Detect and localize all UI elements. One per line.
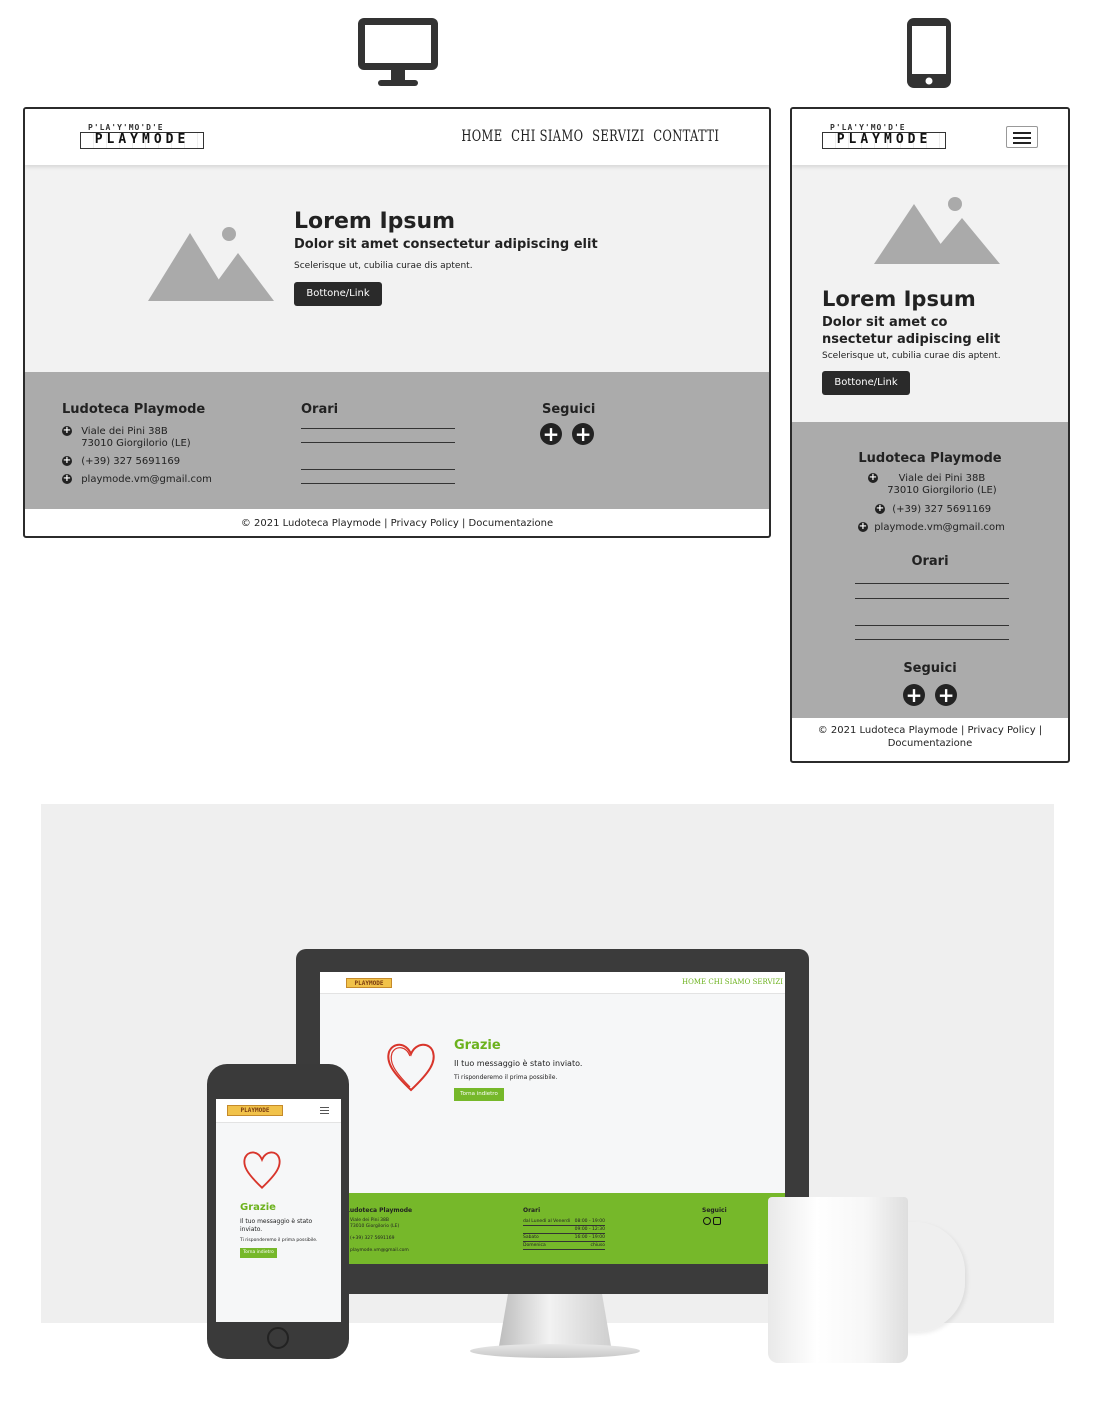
hero-text: Scelerisque ut, cubilia curae dis aptent…	[294, 261, 473, 271]
back-button[interactable]: Torna indietro	[454, 1088, 504, 1101]
footer-phone: + (+39) 327 5691169	[62, 455, 181, 467]
hero-subtitle: Dolor sit amet consectetur adipiscing el…	[294, 237, 598, 252]
footer-social-title: Seguici	[702, 1207, 727, 1214]
hero-title: Lorem Ipsum	[294, 209, 456, 234]
social-plus-icon[interactable]: +	[572, 423, 595, 445]
heart-icon	[243, 1151, 281, 1189]
nav-servizi[interactable]: SERVIZI	[753, 978, 783, 986]
thanks-sub: Ti risponderemo il prima possibile.	[240, 1238, 318, 1243]
site-header: P'LA'Y'MO'D'E PLAYMODE	[792, 109, 1068, 165]
white-mug	[768, 1197, 908, 1363]
monitor-stand	[499, 1294, 611, 1346]
site-footer: Ludoteca Playmode Viale dei Pini 38B 7301…	[320, 1193, 785, 1264]
footer-hours-title: Orari	[523, 1207, 541, 1214]
footer-social-title: Seguici	[542, 402, 596, 417]
hero-button[interactable]: Bottone/Link	[822, 371, 910, 395]
nav-home[interactable]: HOME	[682, 978, 706, 986]
facebook-icon[interactable]	[703, 1217, 711, 1225]
plus-icon: +	[62, 455, 72, 466]
monitor-base	[470, 1344, 640, 1358]
hamburger-menu-icon[interactable]	[1006, 126, 1038, 148]
hours-row: Sabato 16:00 - 19:00	[523, 1235, 605, 1242]
main-nav: HOME CHI SIAMO SERVIZI CONTATTI	[461, 126, 719, 145]
thanks-title: Grazie	[240, 1202, 276, 1213]
phone-screen: PLAYMODE Grazie Il tuo messaggio è stato…	[216, 1099, 341, 1322]
footer-address: + Viale dei Pini 38B 73010 Giorgilorio (L…	[62, 425, 191, 449]
hero-section: Lorem Ipsum Dolor sit amet consectetur a…	[25, 165, 769, 372]
phone-home-button	[267, 1327, 289, 1349]
nav-chi-siamo[interactable]: CHI SIAMO	[511, 126, 583, 145]
hours-row: dal Lunedì al Venerdì 08:00 - 19:00	[523, 1219, 605, 1226]
footer-contacts: Viale dei Pini 38B 73010 Giorgilorio (LE)…	[350, 1218, 409, 1253]
desktop-screen: PLAYMODE HOME CHI SIAMO SERVIZI CONTATTI…	[320, 972, 785, 1264]
hours-table: dal Lunedì al Venerdì 08:00 - 19:00 09:00…	[523, 1218, 605, 1250]
footer-hours-title: Orari	[911, 554, 949, 569]
playmode-logo[interactable]: P'LA'Y'MO'D'E PLAYMODE	[822, 123, 946, 149]
footer-copyright: © 2021 Ludoteca Playmode | Privacy Polic…	[817, 725, 1043, 749]
hero-text: Scelerisque ut, cubilia curae dis aptent…	[822, 351, 1001, 361]
social-icons: + +	[540, 423, 595, 445]
nav-servizi[interactable]: SERVIZI	[592, 126, 645, 145]
social-plus-icon[interactable]: +	[935, 684, 958, 706]
footer-copyright: © 2021 Ludoteca Playmode | Privacy Polic…	[240, 518, 554, 529]
plus-icon: +	[868, 472, 878, 483]
footer-phone: + (+39) 327 5691169	[875, 503, 992, 515]
plus-icon: +	[875, 503, 885, 514]
plus-icon: +	[62, 473, 72, 484]
site-footer: Ludoteca Playmode + Viale dei Pini 38B 73…	[25, 372, 769, 509]
image-placeholder-icon	[148, 227, 274, 301]
footer-org-name: Ludoteca Playmode	[858, 451, 1002, 466]
smartphone-icon	[907, 18, 951, 88]
hours-row: 09:00 - 12:30	[523, 1226, 605, 1234]
thanks-message: Il tuo messaggio è stato inviato.	[240, 1218, 313, 1233]
site-footer: Ludoteca Playmode + Viale dei Pini 38B 73…	[792, 422, 1068, 718]
footer-org-name: Ludoteca Playmode	[346, 1207, 413, 1214]
instagram-icon[interactable]	[713, 1217, 721, 1225]
playmode-logo[interactable]: PLAYMODE	[227, 1105, 283, 1116]
site-header: P'LA'Y'MO'D'E PLAYMODE HOME CHI SIAMO SE…	[25, 109, 769, 165]
back-button[interactable]: Torna indietro	[240, 1248, 277, 1258]
hero-subtitle: Dolor sit amet consectetur adipiscing el…	[822, 315, 1001, 347]
hamburger-menu-icon[interactable]	[320, 1107, 329, 1115]
heart-icon	[387, 1043, 435, 1092]
plus-icon: +	[62, 425, 72, 436]
thanks-message: Il tuo messaggio è stato inviato.	[454, 1059, 583, 1068]
nav-chi-siamo[interactable]: CHI SIAMO	[708, 978, 750, 986]
hero-section: Lorem Ipsum Dolor sit amet consectetur a…	[792, 165, 1068, 422]
desktop-monitor-icon	[358, 18, 438, 86]
hours-row: Domenica chiuso	[523, 1243, 605, 1250]
mobile-wireframe: P'LA'Y'MO'D'E PLAYMODE Lorem Ipsum Dolor…	[790, 107, 1070, 763]
nav-home[interactable]: HOME	[461, 126, 502, 145]
desktop-wireframe: P'LA'Y'MO'D'E PLAYMODE HOME CHI SIAMO SE…	[23, 107, 771, 538]
playmode-logo[interactable]: P'LA'Y'MO'D'E PLAYMODE	[80, 123, 204, 149]
footer-hours-title: Orari	[301, 402, 339, 417]
main-nav: HOME CHI SIAMO SERVIZI CONTATTI	[682, 978, 785, 986]
footer-email[interactable]: + playmode.vm@gmail.com	[62, 474, 212, 486]
footer-address: + Viale dei Pini 38B 73010 Giorgilorio (L…	[868, 472, 997, 496]
footer-email[interactable]: + playmode.vm@gmail.com	[858, 522, 1005, 534]
social-icons: + +	[903, 684, 958, 706]
footer-org-name: Ludoteca Playmode	[62, 402, 206, 417]
hero-title: Lorem Ipsum	[822, 287, 976, 311]
thanks-sub: Ti risponderemo il prima possibile.	[454, 1074, 558, 1081]
plus-icon: +	[858, 521, 868, 532]
thanks-title: Grazie	[454, 1038, 501, 1053]
footer-social-title: Seguici	[903, 661, 957, 676]
social-plus-icon[interactable]: +	[540, 423, 562, 445]
nav-contatti[interactable]: CONTATTI	[653, 126, 719, 145]
hero-button[interactable]: Bottone/Link	[294, 282, 382, 306]
social-plus-icon[interactable]: +	[903, 684, 925, 706]
image-placeholder-icon	[874, 197, 1000, 264]
playmode-logo[interactable]: PLAYMODE	[346, 978, 392, 988]
